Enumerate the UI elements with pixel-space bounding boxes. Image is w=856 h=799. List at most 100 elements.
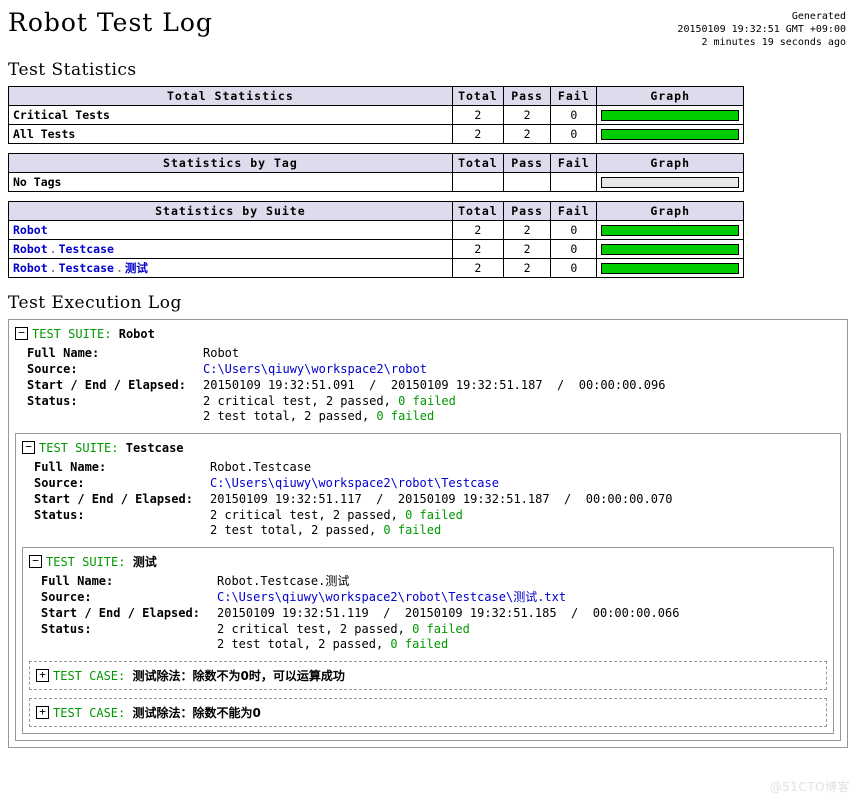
meta-value-full-name: Robot (203, 346, 240, 360)
meta-row-start-end-elapsed: Start / End / Elapsed: 20150109 19:32:51… (34, 492, 672, 508)
elapsed-time: 00:00:00.066 (592, 606, 680, 620)
row-graph (596, 258, 744, 278)
row-graph (596, 239, 744, 259)
execution-log: − TEST SUITE: Robot Full Name: Robot Sour… (0, 319, 856, 748)
expand-toggle-icon[interactable]: + (36, 669, 49, 682)
empty-bar (601, 176, 739, 188)
start-time: 20150109 19:32:51.119 (217, 606, 369, 620)
suite-link[interactable]: Robot (13, 261, 48, 275)
status-total-line: 2 test total, 2 passed, 0 failed (210, 523, 672, 538)
row-total: 2 (451, 258, 505, 278)
status-total-failed: 0 failed (383, 523, 442, 537)
status-total-text: 2 test total, 2 passed, (210, 523, 384, 537)
suite-container-robot: − TEST SUITE: Robot Full Name: Robot Sour… (8, 319, 848, 748)
meta-label-start-end-elapsed: Start / End / Elapsed: (34, 492, 193, 506)
status-critical-line: 2 critical test, 2 passed, 0 failed (217, 622, 679, 637)
column-graph: Graph (596, 201, 744, 221)
status-critical-failed: 0 failed (412, 622, 470, 636)
suite-link[interactable]: Testcase (59, 261, 114, 275)
row-total: 2 (451, 239, 505, 259)
row-graph (596, 172, 744, 192)
column-graph: Graph (596, 153, 744, 173)
collapse-toggle-icon[interactable]: − (15, 327, 28, 340)
row-total: 2 (451, 105, 505, 125)
separator-slash: / (383, 606, 391, 620)
separator-slash: / (557, 378, 565, 392)
elapsed-time: 00:00:00.096 (578, 378, 666, 392)
row-fail: 0 (550, 220, 598, 240)
source-path-link[interactable]: C:\Users\qiuwy\workspace2\robot\Testcase… (217, 590, 566, 604)
table-title: Statistics by Tag (8, 153, 453, 173)
suite-name: Testcase (125, 441, 184, 455)
meta-value-start-end-elapsed: 20150109 19:32:51.119 / 20150109 19:32:5… (217, 606, 679, 622)
table-row: No Tags (8, 172, 744, 192)
column-graph: Graph (596, 86, 744, 106)
suite-header-testcase[interactable]: − TEST SUITE: Testcase (22, 440, 834, 460)
source-path-link[interactable]: C:\Users\qiuwy\workspace2\robot\Testcase (210, 476, 499, 490)
suite-type-label: TEST SUITE: (32, 327, 112, 341)
suite-link-cell[interactable]: Robot. Testcase. 测试 (8, 258, 453, 278)
collapse-toggle-icon[interactable]: − (22, 441, 35, 454)
meta-row-start-end-elapsed: Start / End / Elapsed: 20150109 19:32:51… (27, 378, 665, 394)
suite-link[interactable]: Testcase (59, 242, 114, 256)
status-critical-failed: 0 failed (405, 508, 463, 522)
test-statistics-heading: Test Statistics (8, 60, 137, 80)
meta-value-status: 2 critical test, 2 passed, 0 failed 2 te… (217, 622, 679, 653)
table-title: Total Statistics (8, 86, 453, 106)
meta-label-start-end-elapsed: Start / End / Elapsed: (41, 606, 200, 620)
meta-row-source: Source: C:\Users\qiuwy\workspace2\robot (27, 362, 665, 378)
separator-slash: / (564, 492, 572, 506)
meta-row-status: Status: 2 critical test, 2 passed, 0 fai… (41, 622, 679, 653)
row-fail: 0 (550, 239, 598, 259)
expand-toggle-icon[interactable]: + (36, 706, 49, 719)
suite-path-separator: . (115, 261, 123, 275)
generated-elapsed-ago: 2 minutes 19 seconds ago (701, 37, 847, 48)
meta-label-start-end-elapsed: Start / End / Elapsed: (27, 378, 186, 392)
suite-container-testcase: − TEST SUITE: Testcase Full Name: Robot.T… (15, 433, 841, 741)
test-case-row[interactable]: + TEST CASE: 测试除法：除数不能为0 (29, 698, 827, 727)
suite-metadata-robot: Full Name: Robot Source: C:\Users\qiuwy\… (27, 346, 665, 425)
separator-slash: / (369, 378, 377, 392)
status-total-line: 2 test total, 2 passed, 0 failed (203, 409, 665, 424)
start-time: 20150109 19:32:51.117 (210, 492, 362, 506)
status-critical-text: 2 critical test, 2 passed, (210, 508, 406, 522)
meta-value-start-end-elapsed: 20150109 19:32:51.091 / 20150109 19:32:5… (203, 378, 665, 394)
end-time: 20150109 19:32:51.187 (397, 492, 550, 506)
suite-link[interactable]: Robot (13, 223, 48, 237)
meta-label-status: Status: (34, 508, 85, 522)
collapse-toggle-icon[interactable]: − (29, 555, 42, 568)
suite-header-ceshi[interactable]: − TEST SUITE: 测试 (29, 554, 827, 574)
suite-link[interactable]: Robot (13, 242, 48, 256)
meta-label-source: Source: (41, 590, 92, 604)
suite-type-label: TEST SUITE: (46, 555, 126, 569)
pass-fail-bar (601, 262, 739, 274)
meta-value-source: C:\Users\qiuwy\workspace2\robot (203, 362, 665, 378)
status-critical-line: 2 critical test, 2 passed, 0 failed (203, 394, 665, 409)
column-total: Total (451, 153, 505, 173)
suite-link[interactable]: 测试 (125, 261, 148, 275)
row-fail: 0 (550, 258, 598, 278)
statistics-by-tag-table: Statistics by Tag Total Pass Fail Graph … (8, 153, 744, 192)
row-label: No Tags (8, 172, 453, 192)
suite-name: Robot (118, 327, 155, 341)
column-total: Total (451, 201, 505, 221)
statistics-tables: Total Statistics Total Pass Fail Graph C… (0, 86, 856, 278)
separator-slash: / (376, 492, 384, 506)
test-execution-log-heading: Test Execution Log (8, 293, 182, 313)
end-time: 20150109 19:32:51.185 (404, 606, 557, 620)
row-label: All Tests (8, 124, 453, 144)
row-fail (550, 172, 598, 192)
meta-value-source: C:\Users\qiuwy\workspace2\robot\Testcase… (217, 590, 679, 606)
row-graph (596, 105, 744, 125)
suite-path-separator: . (49, 261, 57, 275)
suite-link-cell[interactable]: Robot. Testcase (8, 239, 453, 259)
suite-header-robot[interactable]: − TEST SUITE: Robot (15, 326, 841, 346)
test-case-row[interactable]: + TEST CASE: 测试除法：除数不为0时，可以运算成功 (29, 661, 827, 690)
suite-container-ceshi: − TEST SUITE: 测试 Full Name: Robot.Testcas… (22, 547, 834, 734)
source-path-link[interactable]: C:\Users\qiuwy\workspace2\robot (203, 362, 427, 376)
row-total: 2 (451, 124, 505, 144)
suite-link-cell[interactable]: Robot (8, 220, 453, 240)
meta-label-full-name: Full Name: (41, 574, 114, 588)
meta-value-start-end-elapsed: 20150109 19:32:51.117 / 20150109 19:32:5… (210, 492, 672, 508)
status-critical-text: 2 critical test, 2 passed, (203, 394, 399, 408)
